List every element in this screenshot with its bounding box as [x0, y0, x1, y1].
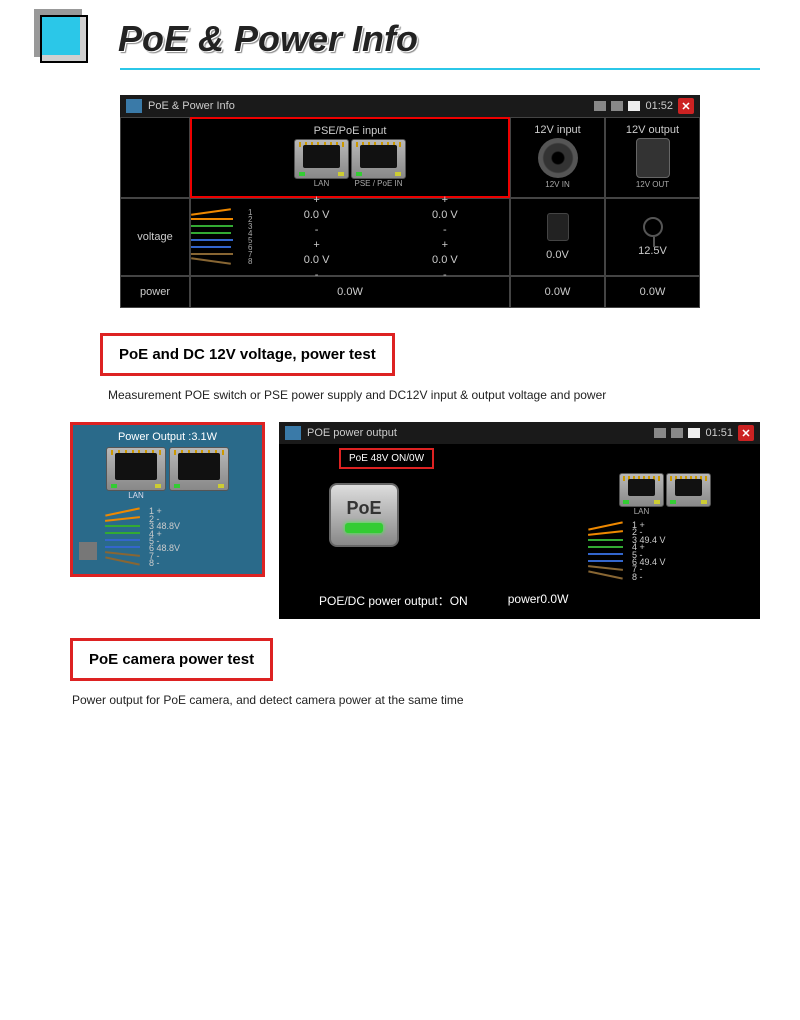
callout-box-2: PoE camera power test: [70, 638, 273, 681]
adapter-icon: [547, 213, 569, 241]
row-header-voltage: voltage: [120, 198, 190, 276]
side-power-output-label: Power Output :3.1W: [79, 431, 256, 443]
port-label-pse: PSE / PoE IN: [351, 179, 406, 188]
ethernet-wires-icon: [97, 508, 147, 568]
battery-icon: [688, 428, 700, 438]
arrow-up-icon: ↑: [703, 141, 713, 164]
port-label-lan: LAN: [619, 507, 664, 516]
header-underline: [120, 68, 760, 70]
port-label-12out: 12V OUT: [606, 180, 699, 189]
poe-button-label: PoE: [346, 498, 381, 519]
page-header: PoE & Power Info: [0, 0, 800, 68]
screen2-pin-voltages: 1 + 2 - 3 49.4 V 4 + 5 - 6 49.4 V 7 - 8 …: [632, 522, 666, 582]
description-1: Measurement POE switch or PSE power supp…: [108, 388, 700, 402]
status-icon: [654, 428, 666, 438]
port-label-lan: LAN: [106, 491, 166, 500]
row-header-power: power: [120, 276, 190, 308]
rj45-port-icon: [106, 447, 166, 491]
app-icon: [285, 426, 301, 440]
status-icon: [594, 101, 606, 111]
screenshot-poe-power-output: POE power output 01:51 ✕ PoE 48V ON/0W P…: [279, 422, 760, 619]
col-12v-output: 12V output ↑ 12V OUT: [605, 117, 700, 198]
screenshot-poe-power-info: PoE & Power Info 01:52 ✕ PSE/PoE input: [120, 95, 700, 308]
dc-jack-icon: [538, 138, 578, 178]
poe-led-icon: [345, 523, 383, 533]
value-12in-voltage: 0.0V: [546, 249, 569, 261]
rj45-port-icon: [294, 139, 349, 179]
poe-dc-output-status: POE/DC power output：ON: [319, 592, 468, 609]
status-icon: [671, 428, 683, 438]
rj45-port-icon: [666, 473, 711, 507]
col-header-12out: 12V output: [606, 124, 699, 136]
callout-box-1: PoE and DC 12V voltage, power test: [100, 333, 395, 376]
col-header-12in: 12V input: [511, 124, 604, 136]
power-reading: power0.0W: [508, 592, 569, 609]
titlebar: PoE & Power Info 01:52 ✕: [120, 95, 700, 117]
window-title: PoE & Power Info: [148, 100, 235, 112]
col-12v-input: 12V input 12V IN: [510, 117, 605, 198]
col-header-pse: PSE/PoE input: [192, 125, 508, 137]
dc-output-icon: [636, 138, 670, 178]
cell-pse-voltage: 12345678 ++ 0.0 V0.0 V -- ++ 0.0 V0.0 V …: [190, 198, 510, 276]
page-title: PoE & Power Info: [118, 18, 418, 60]
col-pse-poe: PSE/PoE input LAN: [190, 117, 510, 198]
cell-12in-power: 0.0W: [510, 276, 605, 308]
header-square-icon: [40, 15, 88, 63]
ethernet-wires-icon: [191, 207, 246, 267]
connector-icon: [79, 542, 97, 560]
clock: 01:51: [705, 427, 733, 439]
battery-icon: [628, 101, 640, 111]
cable-loop-icon: [643, 217, 663, 237]
rj45-port-icon: [169, 447, 229, 491]
clock: 01:52: [645, 100, 673, 112]
poe-toggle-button[interactable]: PoE: [329, 483, 399, 547]
rj45-port-icon: [351, 139, 406, 179]
cell-12out-voltage: 12.5V: [605, 198, 700, 276]
port-label-12in: 12V IN: [511, 180, 604, 189]
rj45-port-icon: [619, 473, 664, 507]
cell-12in-voltage: 0.0V: [510, 198, 605, 276]
window-title: POE power output: [307, 427, 397, 439]
close-button[interactable]: ✕: [738, 425, 754, 441]
side-pin-voltages: 1 + 2 - 3 48.8V 4 + 5 - 6 48.8V 7 - 8 -: [149, 508, 180, 567]
ethernet-wires-icon: [580, 522, 630, 582]
cell-12out-power: 0.0W: [605, 276, 700, 308]
side-panel-power-output: Power Output :3.1W LAN: [70, 422, 265, 577]
port-label-lan: LAN: [294, 179, 349, 188]
status-icon: [611, 101, 623, 111]
power-grid: PSE/PoE input LAN: [120, 117, 700, 308]
cell-pse-power: 0.0W: [190, 276, 510, 308]
titlebar: POE power output 01:51 ✕: [279, 422, 760, 444]
close-button[interactable]: ✕: [678, 98, 694, 114]
description-2: Power output for PoE camera, and detect …: [72, 693, 700, 707]
app-icon: [126, 99, 142, 113]
poe-status-badge: PoE 48V ON/0W: [339, 448, 434, 469]
